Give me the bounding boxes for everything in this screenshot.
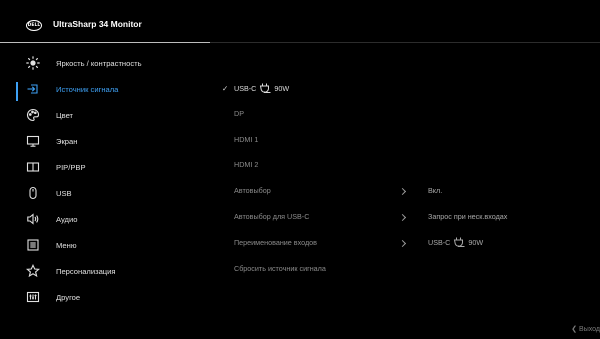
menu-item-audio[interactable]: Аудио xyxy=(0,206,210,232)
menu-item-display[interactable]: Экран xyxy=(0,128,210,154)
menu-label: Меню xyxy=(56,240,77,250)
option-rename-inputs[interactable]: Переименование входов xyxy=(234,238,317,247)
usb-mouse-icon xyxy=(26,186,40,200)
menu-item-input-source[interactable]: Источник сигнала xyxy=(0,76,210,102)
power-delivery-icon xyxy=(453,237,465,248)
chevron-right-icon xyxy=(398,187,407,196)
menu-label: Яркость / контрастность xyxy=(56,58,142,68)
option-usb-c-label: USB-C xyxy=(234,84,257,93)
menu-item-brightness-contrast[interactable]: Яркость / контрастность xyxy=(0,50,210,76)
menu-label: Персонализация xyxy=(56,266,116,276)
menu-label: Цвет xyxy=(56,110,74,120)
display-icon xyxy=(26,134,40,148)
brightness-icon xyxy=(26,56,40,70)
menu-label: Источник сигнала xyxy=(56,84,119,94)
menu-label: Аудио xyxy=(56,214,78,224)
rename-value-label: USB-C xyxy=(428,238,451,247)
check-icon: ✓ xyxy=(222,84,229,93)
chevron-right-icon xyxy=(398,239,407,248)
option-auto-select[interactable]: Автовыбор xyxy=(234,186,271,195)
color-palette-icon xyxy=(26,108,40,122)
chevron-right-icon xyxy=(398,213,407,222)
menu-item-other[interactable]: Другое xyxy=(0,284,210,310)
exit-button[interactable]: ❮ Выход xyxy=(571,325,600,333)
dell-logo: DELL xyxy=(26,20,42,31)
option-auto-select-usbc[interactable]: Автовыбор для USB-C xyxy=(234,212,309,221)
option-dp[interactable]: DP xyxy=(234,109,244,118)
osd-header: DELL UltraSharp 34 Monitor xyxy=(0,0,600,42)
option-hdmi-2[interactable]: HDMI 2 xyxy=(234,160,258,169)
auto-select-value: Вкл. xyxy=(428,186,443,195)
other-icon xyxy=(26,290,40,304)
rename-inputs-value: USB-C 90W xyxy=(428,237,483,248)
star-icon xyxy=(26,264,40,278)
option-usb-c-power: 90W xyxy=(274,84,290,93)
rename-value-power: 90W xyxy=(468,238,484,247)
speaker-icon xyxy=(26,212,40,226)
option-hdmi-1[interactable]: HDMI 1 xyxy=(234,135,258,144)
power-delivery-icon xyxy=(259,83,271,94)
option-usb-c[interactable]: USB-C 90W xyxy=(234,83,289,94)
option-reset-source[interactable]: Сбросить источник сигнала xyxy=(234,264,326,273)
menu-label: Другое xyxy=(56,292,81,302)
menu-item-pip-pbp[interactable]: PIP/PBP xyxy=(0,154,210,180)
menu-label: PIP/PBP xyxy=(56,162,86,172)
monitor-title: UltraSharp 34 Monitor xyxy=(53,19,142,29)
menu-label: USB xyxy=(56,188,72,198)
menu-label: Экран xyxy=(56,136,78,146)
header-divider-left xyxy=(0,42,210,43)
auto-select-usbc-value: Запрос при неск.входах xyxy=(428,212,508,221)
monitor-osd: DELL UltraSharp 34 Monitor Яркость / кон… xyxy=(0,0,600,339)
menu-item-usb[interactable]: USB xyxy=(0,180,210,206)
menu-item-menu[interactable]: Меню xyxy=(0,232,210,258)
menu-list-icon xyxy=(26,238,40,252)
menu-item-color[interactable]: Цвет xyxy=(0,102,210,128)
input-source-icon xyxy=(26,82,40,96)
header-divider-right xyxy=(210,42,600,43)
pip-pbp-icon xyxy=(26,160,40,174)
menu-item-personalize[interactable]: Персонализация xyxy=(0,258,210,284)
